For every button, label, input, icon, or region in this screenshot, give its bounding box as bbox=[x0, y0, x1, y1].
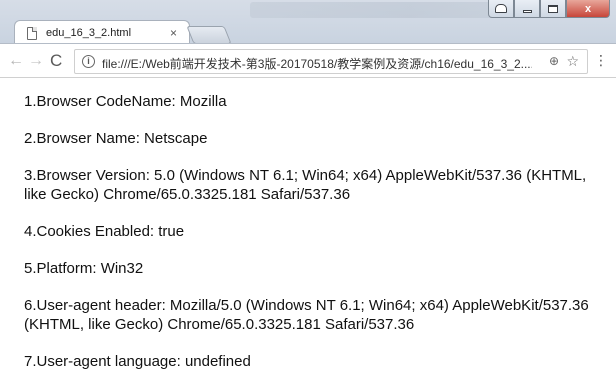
browser-tab[interactable]: edu_16_3_2.html × bbox=[14, 20, 190, 43]
browser-name-line: 2.Browser Name: Netscape bbox=[24, 130, 208, 147]
platform-line: 5.Platform: Win32 bbox=[24, 260, 144, 277]
tab-close-icon[interactable]: × bbox=[170, 26, 177, 40]
minimize-button[interactable] bbox=[514, 0, 540, 18]
forward-arrow-icon[interactable]: → bbox=[28, 52, 44, 70]
menu-icon[interactable]: ⋮ bbox=[594, 53, 608, 67]
url-text[interactable]: file:///E:/Web前端开发技术-第3版-20170518/教学案例及资… bbox=[102, 55, 532, 72]
user-agent-language-line: 7.User-agent language: undefined bbox=[24, 353, 251, 370]
bookmark-star-icon[interactable]: ☆ bbox=[566, 53, 579, 70]
title-bar: edu_16_3_2.html × x bbox=[0, 0, 616, 44]
zoom-icon[interactable]: ⊕ bbox=[549, 54, 559, 68]
browser-version-line: 3.Browser Version: 5.0 (Windows NT 6.1; … bbox=[24, 167, 587, 203]
user-icon[interactable] bbox=[488, 0, 514, 18]
reload-icon[interactable]: C bbox=[50, 52, 62, 70]
back-arrow-icon[interactable]: ← bbox=[8, 52, 24, 70]
browser-toolbar: ← → C i file:///E:/Web前端开发技术-第3版-2017051… bbox=[0, 44, 616, 78]
address-bar[interactable]: i file:///E:/Web前端开发技术-第3版-20170518/教学案例… bbox=[74, 49, 588, 74]
tab-title: edu_16_3_2.html bbox=[46, 27, 132, 39]
page-content: 1.Browser CodeName: Mozilla 2.Browser Na… bbox=[24, 92, 610, 374]
cookies-enabled-line: 4.Cookies Enabled: true bbox=[24, 223, 185, 240]
info-icon[interactable]: i bbox=[82, 55, 95, 68]
maximize-button[interactable] bbox=[540, 0, 566, 18]
page-icon bbox=[27, 26, 37, 40]
browser-codename-line: 1.Browser CodeName: Mozilla bbox=[24, 93, 227, 110]
close-button[interactable]: x bbox=[566, 0, 610, 18]
new-tab-button[interactable] bbox=[186, 26, 232, 43]
window-controls: x bbox=[488, 0, 610, 18]
user-agent-header-line: 6.User-agent header: Mozilla/5.0 (Window… bbox=[24, 297, 589, 333]
